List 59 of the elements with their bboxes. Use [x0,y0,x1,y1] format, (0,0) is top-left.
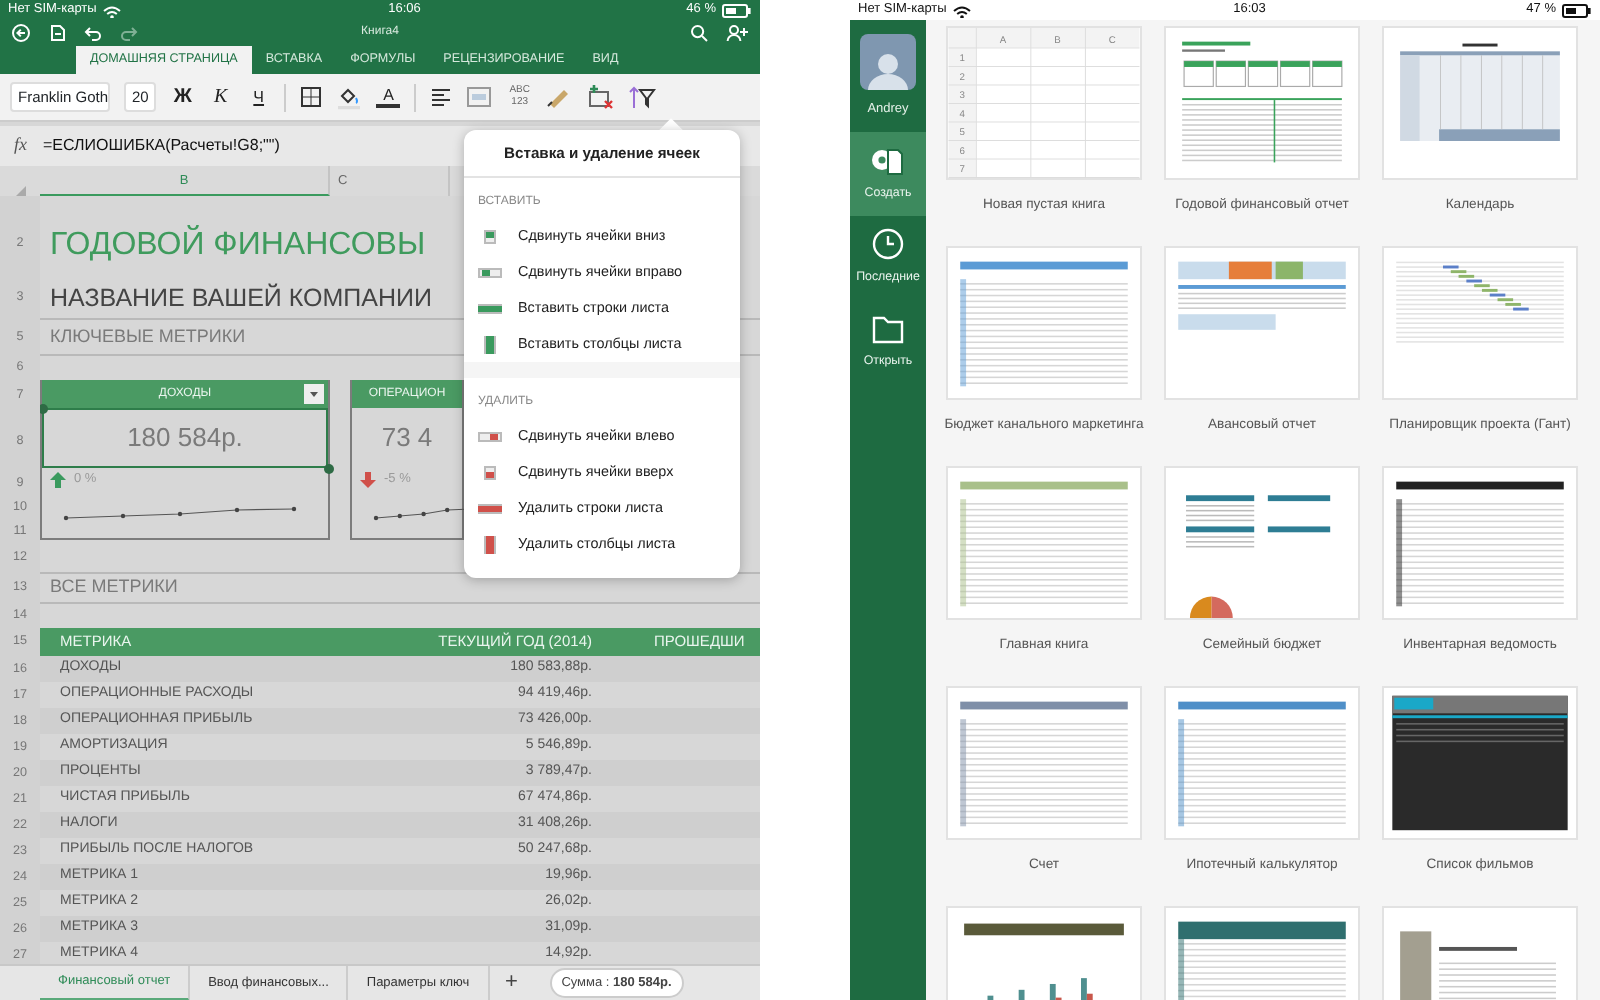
section-heading: КЛЮЧЕВЫЕ МЕТРИКИ [48,323,246,350]
wifi-icon [952,3,973,17]
template-thumbnail[interactable] [1382,246,1578,400]
bold-button[interactable]: Ж [170,87,195,107]
italic-button[interactable]: К [208,87,233,107]
template-thumbnail[interactable] [1164,246,1360,400]
undo-icon[interactable] [84,24,102,42]
cell-shift-icon [478,463,502,481]
template-thumbnail[interactable] [1382,26,1578,180]
kpi-value: 180 584р. [42,408,328,468]
search-icon[interactable] [690,24,708,42]
font-color-button[interactable]: A [376,87,401,107]
person-silhouette-icon [868,50,908,90]
new-document-icon [870,144,906,177]
dropdown-icon[interactable] [304,384,324,404]
kpi-value: 73 4 [379,420,435,457]
selection-handle[interactable] [323,463,333,473]
template-thumbnail[interactable] [1164,26,1360,180]
template-thumbnail[interactable] [946,686,1142,840]
insert-cells-icon[interactable] [586,84,615,110]
sort-filter-icon[interactable] [628,85,657,109]
cell-shift-icon [478,299,502,317]
template-thumbnail[interactable] [946,466,1142,620]
function-label: fx [14,132,27,159]
underline-button[interactable]: Ч [246,89,271,105]
clock-icon [870,228,906,261]
battery-icon [1562,3,1592,17]
add-person-icon[interactable] [726,24,748,42]
company-name: НАЗВАНИЕ ВАШЕЙ КОМПАНИИ [48,281,432,316]
merge-cells-icon[interactable] [466,86,493,108]
add-sheet-button[interactable]: + [489,972,534,994]
cell-shift-icon [478,263,502,281]
template-thumbnail[interactable] [946,246,1142,400]
cell-shift-icon [478,335,502,353]
report-title: ГОДОВОЙ ФИНАНСОВЫ [48,223,426,266]
wifi-icon [102,3,123,17]
cell-shift-icon [478,535,502,553]
document-icon[interactable] [48,24,66,42]
back-icon[interactable] [12,24,30,42]
align-left-icon[interactable] [430,88,453,106]
cell-shift-icon [478,227,502,245]
battery-icon [722,3,752,17]
redo-icon[interactable] [120,24,138,42]
down-arrow-icon [360,471,376,487]
template-thumbnail[interactable] [1382,466,1578,620]
cell-shift-icon [478,427,502,445]
template-thumbnail[interactable] [1164,466,1360,620]
formula-text: =ЕСЛИОШИБКА(Расчеты!G8;"") [43,134,280,158]
up-arrow-icon [50,471,66,487]
borders-icon[interactable] [300,86,323,108]
folder-icon [870,312,906,345]
avatar-placeholder[interactable] [860,34,916,90]
template-thumbnail[interactable] [1382,686,1578,840]
selection-handle[interactable] [40,403,47,413]
fill-bucket-icon[interactable] [336,85,363,109]
template-thumbnail[interactable] [1164,686,1360,840]
brush-icon[interactable] [546,86,573,108]
section-heading: ВСЕ МЕТРИКИ [48,574,178,601]
cell-shift-icon [478,499,502,517]
